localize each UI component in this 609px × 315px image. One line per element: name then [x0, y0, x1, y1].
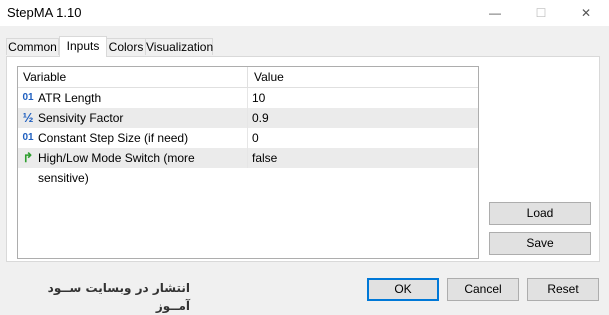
table-header: Variable Value: [18, 67, 478, 88]
value-cell[interactable]: 0: [249, 128, 478, 148]
header-divider: [247, 67, 248, 87]
variable-name: High/Low Mode Switch (more sensitive): [38, 151, 195, 185]
table-row[interactable]: 01 Constant Step Size (if need) 0: [18, 128, 478, 148]
table-row[interactable]: 01 ATR Length 10: [18, 88, 478, 108]
double-type-icon: ½: [22, 110, 34, 125]
tab-inputs-label: Inputs: [66, 39, 100, 53]
tab-colors[interactable]: Colors: [106, 38, 146, 55]
minimize-button[interactable]: —: [472, 0, 518, 26]
tab-common[interactable]: Common: [6, 38, 59, 55]
watermark-text: انتشار در وبسایت ســود آمــوز: [47, 281, 190, 313]
save-button-label: Save: [526, 236, 554, 250]
reset-button-label: Reset: [547, 282, 579, 296]
value-cell[interactable]: false: [249, 148, 478, 168]
variable-cell: 01 Constant Step Size (if need): [18, 128, 248, 148]
cancel-button[interactable]: Cancel: [447, 278, 519, 301]
tab-visualization[interactable]: Visualization: [145, 38, 213, 55]
tab-visualization-label: Visualization: [146, 40, 214, 54]
table-row[interactable]: ↱ High/Low Mode Switch (more sensitive) …: [18, 148, 478, 185]
int-type-icon: 01: [22, 132, 34, 143]
table-row[interactable]: ½ Sensivity Factor 0.9: [18, 108, 478, 128]
save-button[interactable]: Save: [489, 232, 591, 255]
close-button[interactable]: ✕: [563, 0, 609, 26]
window-title: StepMA 1.10: [7, 5, 82, 20]
tab-common-label: Common: [8, 40, 57, 54]
header-value[interactable]: Value: [249, 67, 284, 87]
int-type-icon: 01: [22, 92, 34, 103]
value-cell[interactable]: 0.9: [249, 108, 478, 128]
reset-button[interactable]: Reset: [527, 278, 599, 301]
tab-colors-label: Colors: [108, 40, 144, 54]
bool-type-icon: ↱: [22, 150, 34, 165]
variable-name: Constant Step Size (if need): [38, 131, 189, 145]
inputs-table: Variable Value 01 ATR Length 10 ½ Sensiv…: [17, 66, 479, 259]
ok-button[interactable]: OK: [367, 278, 439, 301]
maximize-button[interactable]: ☐: [518, 0, 564, 26]
maximize-icon: ☐: [535, 6, 547, 20]
minimize-icon: —: [489, 6, 501, 20]
load-button[interactable]: Load: [489, 202, 591, 225]
variable-name: Sensivity Factor: [38, 111, 124, 125]
title-bar: StepMA 1.10 — ☐ ✕: [0, 0, 609, 26]
load-button-label: Load: [526, 206, 554, 220]
variable-name: ATR Length: [38, 91, 102, 105]
variable-cell: 01 ATR Length: [18, 88, 248, 108]
value-cell[interactable]: 10: [249, 88, 478, 108]
cancel-button-label: Cancel: [464, 282, 502, 296]
variable-cell: ½ Sensivity Factor: [18, 108, 248, 128]
tab-inputs[interactable]: Inputs: [59, 36, 107, 57]
close-icon: ✕: [580, 6, 592, 20]
header-variable[interactable]: Variable: [18, 67, 66, 87]
variable-cell: ↱ High/Low Mode Switch (more sensitive): [18, 148, 248, 185]
ok-button-label: OK: [394, 282, 412, 296]
